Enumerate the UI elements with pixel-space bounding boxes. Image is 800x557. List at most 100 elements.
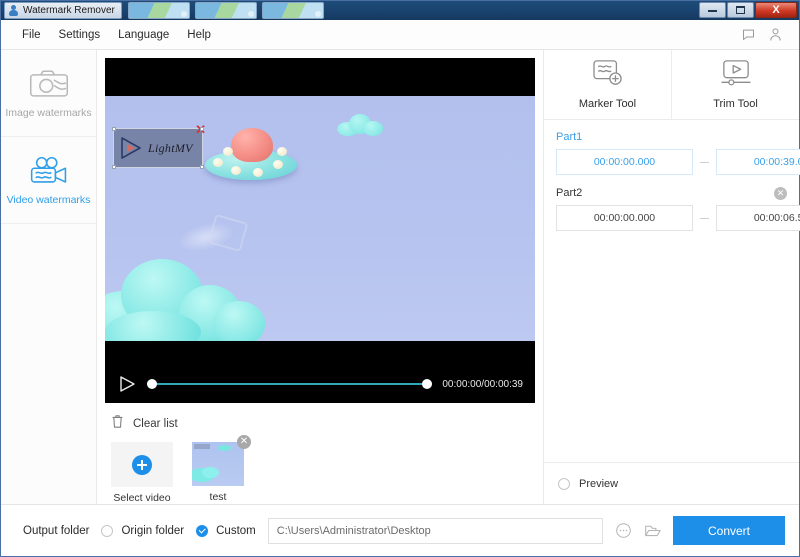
part-header: Part2 ✕	[556, 184, 787, 202]
window-title: Watermark Remover	[23, 5, 115, 16]
ellipsis-circle-icon[interactable]	[615, 522, 632, 539]
application-window: Watermark Remover X File Settings Langua…	[0, 0, 800, 557]
scrubber-handle-start[interactable]	[147, 379, 157, 389]
maximize-button[interactable]	[727, 2, 754, 18]
origin-folder-label: Origin folder	[121, 525, 184, 537]
part-header: Part1	[556, 128, 787, 146]
video-thumbnail[interactable]	[192, 442, 244, 486]
list-item[interactable]: ✕ test	[187, 442, 249, 504]
watermark-selection-box[interactable]: LightMV ✕	[113, 128, 203, 168]
window-thumbnail[interactable]	[195, 2, 257, 19]
minimize-button[interactable]	[699, 2, 726, 18]
playback-time: 00:00:00/00:00:39	[442, 379, 523, 390]
tools-row: Marker Tool Trim Tool	[544, 50, 799, 120]
preview-stage-wrapper: LightMV ✕	[97, 50, 543, 403]
minimize-icon	[708, 9, 717, 12]
menu-item-help[interactable]: Help	[178, 25, 220, 45]
marker-tool-label: Marker Tool	[579, 98, 636, 110]
custom-folder-label: Custom	[216, 525, 256, 537]
menu-bar: File Settings Language Help	[1, 20, 799, 50]
chat-bubble-icon[interactable]	[741, 27, 756, 42]
scrubber-track	[152, 383, 427, 385]
lightmv-play-logo-icon	[118, 135, 144, 161]
delete-part-icon[interactable]: ✕	[774, 187, 787, 200]
part2-end-input[interactable]	[716, 205, 800, 231]
sidebar-item-image-watermarks[interactable]: Image watermarks	[1, 50, 96, 137]
trim-tool-button[interactable]: Trim Tool	[671, 50, 799, 119]
cloud-graphic-large	[105, 257, 283, 341]
select-video-button[interactable]	[111, 442, 173, 487]
plus-circle-icon	[132, 455, 152, 475]
resize-handle-br[interactable]	[200, 165, 204, 169]
window-controls: X	[699, 2, 797, 18]
resize-handle-bl[interactable]	[112, 165, 116, 169]
preview-radio[interactable]	[558, 478, 570, 490]
video-camera-icon	[28, 155, 70, 187]
custom-folder-option[interactable]: Custom	[196, 525, 256, 537]
window-thumbnail[interactable]	[128, 2, 190, 19]
resize-handle-tl[interactable]	[112, 127, 116, 131]
video-thumbnails-row: Select video ✕ test	[111, 442, 543, 504]
left-sidebar: Image watermarks Video watermarks	[1, 50, 97, 504]
trash-icon	[111, 414, 124, 434]
scrubber-handle-end[interactable]	[422, 379, 432, 389]
output-path-field[interactable]: C:\Users\Administrator\Desktop	[268, 518, 603, 544]
window-tab[interactable]: Watermark Remover	[4, 2, 122, 19]
output-folder-label: Output folder	[23, 525, 89, 537]
camera-icon	[28, 68, 70, 100]
app-logo-icon	[8, 5, 19, 16]
origin-folder-option[interactable]: Origin folder	[101, 525, 184, 537]
video-player-controls: 00:00:00/00:00:39	[105, 365, 535, 403]
open-folder-icon[interactable]	[644, 522, 661, 539]
menu-item-file[interactable]: File	[13, 25, 50, 45]
video-scrubber[interactable]	[147, 377, 432, 391]
preview-option-row[interactable]: Preview	[544, 462, 799, 504]
menu-item-settings[interactable]: Settings	[50, 25, 110, 45]
ufo-graphic	[205, 128, 297, 180]
part-title: Part1	[556, 131, 582, 143]
user-account-icon[interactable]	[768, 27, 783, 42]
taskbar-thumbnails	[128, 2, 324, 19]
part2-start-input[interactable]	[556, 205, 693, 231]
menu-bar-actions	[741, 27, 789, 42]
clear-list-label: Clear list	[133, 418, 178, 430]
video-preview-stage[interactable]: LightMV ✕	[105, 58, 535, 403]
thumbnail-holder: ✕	[192, 442, 244, 486]
sidebar-item-label: Image watermarks	[5, 107, 91, 119]
right-panel: Marker Tool Trim Tool	[544, 50, 799, 504]
part1-end-input[interactable]	[716, 149, 800, 175]
right-panel-spacer	[544, 240, 799, 462]
trim-timeline-icon	[720, 59, 752, 92]
range-dash	[700, 218, 709, 219]
range-dash	[700, 162, 709, 163]
list-item-label: test	[210, 491, 227, 503]
sidebar-item-label: Video watermarks	[7, 194, 91, 206]
convert-button[interactable]: Convert	[673, 516, 785, 545]
select-video-cell[interactable]: Select video	[111, 442, 173, 504]
cloud-graphic-small	[337, 114, 383, 136]
maximize-icon	[736, 6, 745, 14]
part1-start-input[interactable]	[556, 149, 693, 175]
marker-tool-button[interactable]: Marker Tool	[544, 50, 671, 119]
resize-handle-tr[interactable]	[200, 127, 204, 131]
close-button[interactable]: X	[755, 2, 797, 18]
remove-video-icon[interactable]: ✕	[237, 435, 251, 449]
sidebar-item-video-watermarks[interactable]: Video watermarks	[1, 137, 96, 224]
menu-item-language[interactable]: Language	[109, 25, 178, 45]
clear-list-button[interactable]: Clear list	[111, 413, 543, 434]
main-body: Image watermarks Video watermarks	[1, 50, 799, 504]
origin-folder-radio[interactable]	[101, 525, 113, 537]
trim-tool-label: Trim Tool	[713, 98, 758, 110]
center-column: LightMV ✕	[97, 50, 544, 504]
output-footer: Output folder Origin folder Custom C:\Us…	[1, 504, 799, 556]
preview-label: Preview	[579, 478, 618, 490]
title-bar: Watermark Remover X	[1, 1, 799, 20]
select-video-label: Select video	[113, 492, 170, 504]
custom-folder-radio[interactable]	[196, 525, 208, 537]
part-title: Part2	[556, 187, 582, 199]
window-thumbnail[interactable]	[262, 2, 324, 19]
parts-list: Part1 Part2 ✕	[544, 120, 799, 240]
play-triangle-icon[interactable]	[117, 375, 137, 393]
thumbnail-watermark-mark	[194, 444, 210, 449]
part-row	[556, 205, 787, 231]
